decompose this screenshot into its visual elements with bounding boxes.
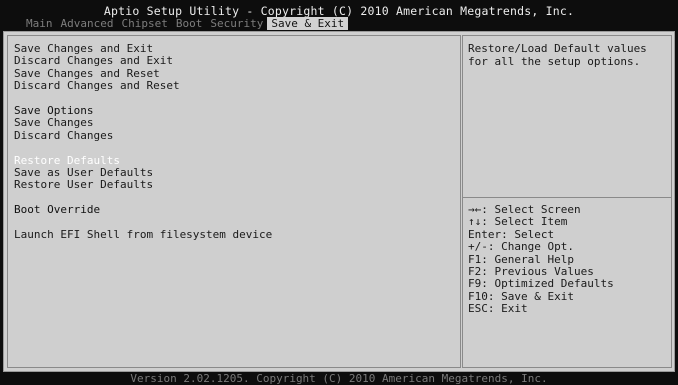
setup-panel: Save Changes and Exit Discard Changes an… [3,31,675,372]
version-footer: Version 2.02.1205. Copyright (C) 2010 Am… [130,372,548,385]
tab-bar: Main Advanced Chipset Boot Security Save… [22,17,349,30]
key-legend: →←: Select Screen ↑↓: Select Item Enter:… [468,203,614,316]
key-optimized-defaults: F9: Optimized Defaults [468,277,614,291]
tab-save-exit[interactable]: Save & Exit [267,17,349,30]
restore-user-defaults-item[interactable]: Restore User Defaults [14,179,272,192]
help-divider [463,197,671,198]
tab-advanced[interactable]: Advanced [57,17,118,30]
discard-changes-item[interactable]: Discard Changes [14,129,272,142]
tab-boot[interactable]: Boot [172,17,207,30]
save-changes-item[interactable]: Save Changes [14,117,272,130]
tab-security[interactable]: Security [206,17,267,30]
tab-main[interactable]: Main [22,17,57,30]
help-pane: Restore/Load Default values for all the … [462,35,672,368]
key-change-opt: +/-: Change Opt. [468,240,574,254]
tab-chipset[interactable]: Chipset [117,17,171,30]
bios-title: Aptio Setup Utility - Copyright (C) 2010… [103,4,575,18]
discard-changes-and-exit-item[interactable]: Discard Changes and Exit [14,54,272,67]
menu-spacer [14,142,272,154]
key-exit: ESC: Exit [468,302,528,316]
key-select-item: ↑↓: Select Item [468,215,568,229]
menu-list: Save Changes and Exit Discard Changes an… [14,42,272,241]
menu-pane: Save Changes and Exit Discard Changes an… [7,35,461,368]
help-description: Restore/Load Default values for all the … [468,42,647,68]
boot-override-heading: Boot Override [14,203,101,217]
launch-efi-shell-item[interactable]: Launch EFI Shell from filesystem device [14,228,272,241]
discard-changes-and-reset-item[interactable]: Discard Changes and Reset [14,79,272,92]
